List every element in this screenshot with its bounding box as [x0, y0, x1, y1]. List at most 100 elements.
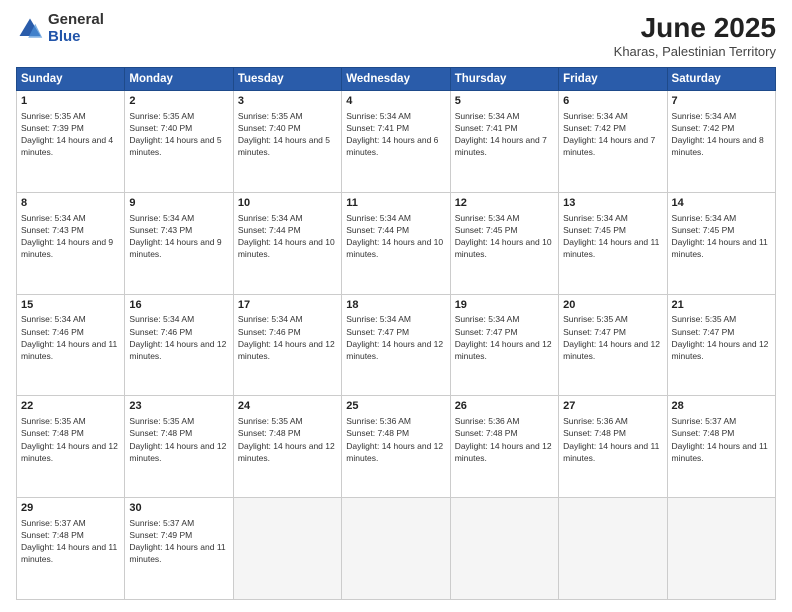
day-cell-10: 10 Sunrise: 5:34 AMSunset: 7:44 PMDaylig… — [233, 192, 341, 294]
day-cell-2: 2 Sunrise: 5:35 AMSunset: 7:40 PMDayligh… — [125, 91, 233, 193]
day-cell-11: 11 Sunrise: 5:34 AMSunset: 7:44 PMDaylig… — [342, 192, 450, 294]
month-title: June 2025 — [614, 12, 776, 44]
day-number: 7 — [672, 94, 771, 109]
day-info: Sunrise: 5:34 AMSunset: 7:42 PMDaylight:… — [672, 111, 764, 157]
day-cell-3: 3 Sunrise: 5:35 AMSunset: 7:40 PMDayligh… — [233, 91, 341, 193]
day-cell-30: 30 Sunrise: 5:37 AMSunset: 7:49 PMDaylig… — [125, 498, 233, 600]
day-number: 4 — [346, 94, 445, 109]
day-info: Sunrise: 5:34 AMSunset: 7:45 PMDaylight:… — [563, 213, 659, 259]
col-wednesday: Wednesday — [342, 68, 450, 91]
day-info: Sunrise: 5:35 AMSunset: 7:47 PMDaylight:… — [672, 314, 769, 360]
day-cell-18: 18 Sunrise: 5:34 AMSunset: 7:47 PMDaylig… — [342, 294, 450, 396]
empty-cell — [342, 498, 450, 600]
day-info: Sunrise: 5:35 AMSunset: 7:39 PMDaylight:… — [21, 111, 113, 157]
day-number: 2 — [129, 94, 228, 109]
day-info: Sunrise: 5:34 AMSunset: 7:41 PMDaylight:… — [346, 111, 438, 157]
day-cell-20: 20 Sunrise: 5:35 AMSunset: 7:47 PMDaylig… — [559, 294, 667, 396]
header: General Blue June 2025 Kharas, Palestini… — [16, 12, 776, 59]
day-info: Sunrise: 5:37 AMSunset: 7:49 PMDaylight:… — [129, 518, 225, 564]
calendar-week-row: 22 Sunrise: 5:35 AMSunset: 7:48 PMDaylig… — [17, 396, 776, 498]
day-cell-19: 19 Sunrise: 5:34 AMSunset: 7:47 PMDaylig… — [450, 294, 558, 396]
day-number: 26 — [455, 399, 554, 414]
location-subtitle: Kharas, Palestinian Territory — [614, 44, 776, 59]
day-cell-5: 5 Sunrise: 5:34 AMSunset: 7:41 PMDayligh… — [450, 91, 558, 193]
day-number: 6 — [563, 94, 662, 109]
logo: General Blue — [16, 12, 104, 45]
day-info: Sunrise: 5:35 AMSunset: 7:48 PMDaylight:… — [238, 416, 335, 462]
day-info: Sunrise: 5:34 AMSunset: 7:45 PMDaylight:… — [672, 213, 768, 259]
day-number: 3 — [238, 94, 337, 109]
day-info: Sunrise: 5:34 AMSunset: 7:43 PMDaylight:… — [129, 213, 221, 259]
day-number: 17 — [238, 298, 337, 313]
calendar-body: 1 Sunrise: 5:35 AMSunset: 7:39 PMDayligh… — [17, 91, 776, 600]
day-info: Sunrise: 5:34 AMSunset: 7:47 PMDaylight:… — [346, 314, 443, 360]
day-info: Sunrise: 5:35 AMSunset: 7:40 PMDaylight:… — [238, 111, 330, 157]
day-info: Sunrise: 5:36 AMSunset: 7:48 PMDaylight:… — [563, 416, 659, 462]
day-number: 23 — [129, 399, 228, 414]
day-cell-21: 21 Sunrise: 5:35 AMSunset: 7:47 PMDaylig… — [667, 294, 775, 396]
day-number: 11 — [346, 196, 445, 211]
calendar-week-row: 15 Sunrise: 5:34 AMSunset: 7:46 PMDaylig… — [17, 294, 776, 396]
day-number: 8 — [21, 196, 120, 211]
day-info: Sunrise: 5:35 AMSunset: 7:48 PMDaylight:… — [129, 416, 226, 462]
day-cell-26: 26 Sunrise: 5:36 AMSunset: 7:48 PMDaylig… — [450, 396, 558, 498]
col-tuesday: Tuesday — [233, 68, 341, 91]
day-number: 28 — [672, 399, 771, 414]
day-cell-23: 23 Sunrise: 5:35 AMSunset: 7:48 PMDaylig… — [125, 396, 233, 498]
day-cell-16: 16 Sunrise: 5:34 AMSunset: 7:46 PMDaylig… — [125, 294, 233, 396]
day-number: 13 — [563, 196, 662, 211]
day-cell-4: 4 Sunrise: 5:34 AMSunset: 7:41 PMDayligh… — [342, 91, 450, 193]
day-number: 14 — [672, 196, 771, 211]
empty-cell — [450, 498, 558, 600]
day-info: Sunrise: 5:37 AMSunset: 7:48 PMDaylight:… — [21, 518, 117, 564]
day-info: Sunrise: 5:34 AMSunset: 7:42 PMDaylight:… — [563, 111, 655, 157]
day-cell-7: 7 Sunrise: 5:34 AMSunset: 7:42 PMDayligh… — [667, 91, 775, 193]
calendar-table: Sunday Monday Tuesday Wednesday Thursday… — [16, 67, 776, 600]
day-info: Sunrise: 5:34 AMSunset: 7:46 PMDaylight:… — [129, 314, 226, 360]
logo-text: General Blue — [48, 12, 104, 45]
empty-cell — [233, 498, 341, 600]
day-number: 20 — [563, 298, 662, 313]
day-number: 24 — [238, 399, 337, 414]
calendar-header-row: Sunday Monday Tuesday Wednesday Thursday… — [17, 68, 776, 91]
day-cell-9: 9 Sunrise: 5:34 AMSunset: 7:43 PMDayligh… — [125, 192, 233, 294]
day-cell-28: 28 Sunrise: 5:37 AMSunset: 7:48 PMDaylig… — [667, 396, 775, 498]
day-cell-1: 1 Sunrise: 5:35 AMSunset: 7:39 PMDayligh… — [17, 91, 125, 193]
empty-cell — [559, 498, 667, 600]
day-info: Sunrise: 5:34 AMSunset: 7:46 PMDaylight:… — [238, 314, 335, 360]
day-number: 16 — [129, 298, 228, 313]
logo-icon — [16, 15, 44, 43]
day-info: Sunrise: 5:36 AMSunset: 7:48 PMDaylight:… — [455, 416, 552, 462]
day-cell-24: 24 Sunrise: 5:35 AMSunset: 7:48 PMDaylig… — [233, 396, 341, 498]
day-cell-13: 13 Sunrise: 5:34 AMSunset: 7:45 PMDaylig… — [559, 192, 667, 294]
day-number: 1 — [21, 94, 120, 109]
calendar-week-row: 1 Sunrise: 5:35 AMSunset: 7:39 PMDayligh… — [17, 91, 776, 193]
day-cell-14: 14 Sunrise: 5:34 AMSunset: 7:45 PMDaylig… — [667, 192, 775, 294]
day-info: Sunrise: 5:36 AMSunset: 7:48 PMDaylight:… — [346, 416, 443, 462]
day-number: 19 — [455, 298, 554, 313]
title-block: June 2025 Kharas, Palestinian Territory — [614, 12, 776, 59]
day-info: Sunrise: 5:34 AMSunset: 7:43 PMDaylight:… — [21, 213, 113, 259]
day-cell-22: 22 Sunrise: 5:35 AMSunset: 7:48 PMDaylig… — [17, 396, 125, 498]
day-number: 18 — [346, 298, 445, 313]
day-number: 15 — [21, 298, 120, 313]
col-monday: Monday — [125, 68, 233, 91]
empty-cell — [667, 498, 775, 600]
day-info: Sunrise: 5:34 AMSunset: 7:47 PMDaylight:… — [455, 314, 552, 360]
day-number: 27 — [563, 399, 662, 414]
logo-blue-text: Blue — [48, 29, 104, 46]
day-number: 25 — [346, 399, 445, 414]
day-number: 22 — [21, 399, 120, 414]
day-number: 30 — [129, 501, 228, 516]
day-info: Sunrise: 5:34 AMSunset: 7:41 PMDaylight:… — [455, 111, 547, 157]
day-cell-8: 8 Sunrise: 5:34 AMSunset: 7:43 PMDayligh… — [17, 192, 125, 294]
day-cell-27: 27 Sunrise: 5:36 AMSunset: 7:48 PMDaylig… — [559, 396, 667, 498]
day-number: 12 — [455, 196, 554, 211]
day-info: Sunrise: 5:35 AMSunset: 7:48 PMDaylight:… — [21, 416, 118, 462]
calendar-week-row: 29 Sunrise: 5:37 AMSunset: 7:48 PMDaylig… — [17, 498, 776, 600]
col-sunday: Sunday — [17, 68, 125, 91]
day-number: 21 — [672, 298, 771, 313]
logo-general-text: General — [48, 12, 104, 29]
day-cell-15: 15 Sunrise: 5:34 AMSunset: 7:46 PMDaylig… — [17, 294, 125, 396]
col-saturday: Saturday — [667, 68, 775, 91]
